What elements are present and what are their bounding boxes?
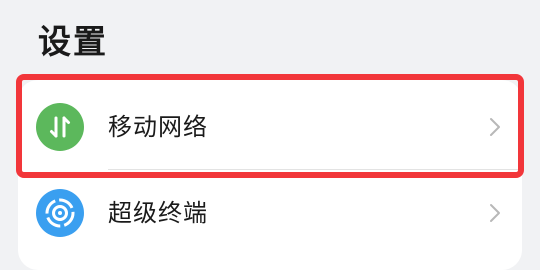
chevron-right-icon (488, 202, 502, 224)
settings-item-label: 超级终端 (108, 199, 208, 227)
settings-card: 移动网络 超级终端 (18, 80, 522, 270)
chevron-right-icon (488, 116, 502, 138)
settings-item-label: 移动网络 (108, 113, 208, 141)
super-device-icon (36, 189, 84, 237)
mobile-data-icon (36, 103, 84, 151)
settings-item-super-device[interactable]: 超级终端 (18, 170, 522, 256)
settings-item-mobile-network[interactable]: 移动网络 (18, 84, 522, 170)
page-title: 设置 (38, 22, 108, 61)
